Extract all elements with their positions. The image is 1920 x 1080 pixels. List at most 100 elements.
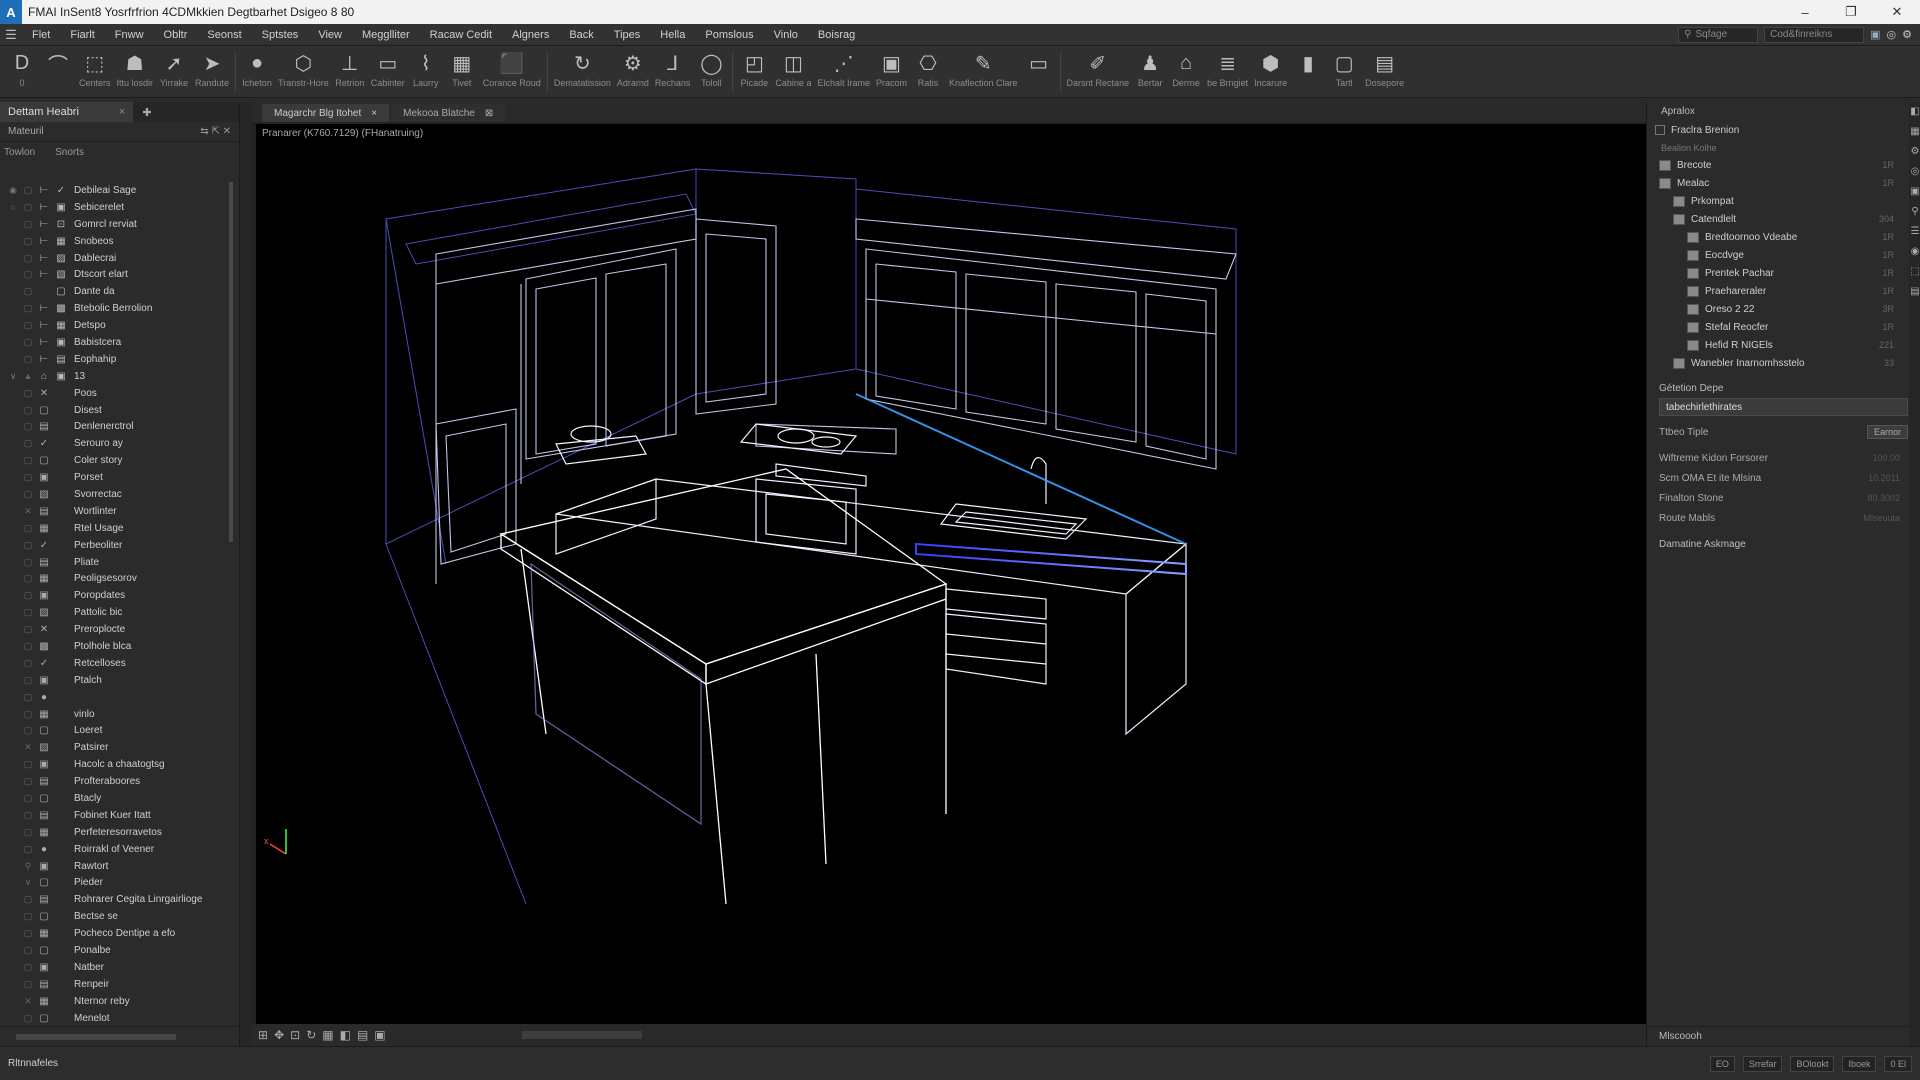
properties-list-item[interactable]: Brecote 1R xyxy=(1647,156,1920,174)
tree-row[interactable]: ▢ ▦ Perfeteresorravetos xyxy=(0,824,230,841)
toolbar-button-24[interactable]: ✐ Darsnt Rectane xyxy=(1064,46,1133,89)
tree-row[interactable]: ▢ ▢ Ponalbe xyxy=(0,942,230,959)
lock-icon[interactable]: ▢ xyxy=(20,590,36,601)
lock-icon[interactable]: ✕ xyxy=(20,506,36,517)
tree-row[interactable]: ▢ ▤ Denlenerctrol xyxy=(0,418,230,435)
toolbar-button-20[interactable]: ▣ Pracom xyxy=(873,46,910,89)
lock-icon[interactable]: ▢ xyxy=(20,303,36,314)
toolbar-button-10[interactable]: ⌇ Laurry xyxy=(408,46,444,89)
side-tool-icon[interactable]: ☰ xyxy=(1909,226,1920,244)
lock-icon[interactable]: ▢ xyxy=(20,405,36,416)
tree-row[interactable]: ▢ ▦ Peoligsesorov xyxy=(0,570,230,587)
close-icon[interactable]: ⊠ xyxy=(485,108,493,119)
menu-item-12[interactable]: Hella xyxy=(650,29,695,41)
properties-list-item[interactable]: Prkompat xyxy=(1647,192,1920,210)
menu-item-6[interactable]: View xyxy=(308,29,352,41)
lock-icon[interactable]: ▢ xyxy=(20,675,36,686)
tree-row[interactable]: ▢ ▢ Disest xyxy=(0,402,230,419)
side-tool-icon[interactable]: ▣ xyxy=(1909,186,1920,204)
toolbar-button-31[interactable]: ▤ Dosepore xyxy=(1362,46,1407,89)
toolbar-button-9[interactable]: ▭ Cabinter xyxy=(368,46,408,89)
tree-row[interactable]: ▢ ▢ Loeret xyxy=(0,723,230,740)
tree-row[interactable]: ✕ ▤ Wortlinter xyxy=(0,503,230,520)
property-field[interactable]: Scm OMA Et ite Mlsina 10.2011 xyxy=(1647,468,1920,488)
tree-row[interactable]: ▢ ▤ Pliate xyxy=(0,554,230,571)
lock-icon[interactable]: ▢ xyxy=(20,489,36,500)
properties-list-item[interactable]: Eocdvge 1R xyxy=(1647,246,1920,264)
close-button[interactable]: ✕ xyxy=(1874,0,1920,24)
lock-icon[interactable]: ▢ xyxy=(20,658,36,669)
lock-icon[interactable]: ▢ xyxy=(20,894,36,905)
toolbar-button-22[interactable]: ✎ Knaflection Clare xyxy=(946,46,1021,89)
menu-item-9[interactable]: Algners xyxy=(502,29,559,41)
name-input[interactable]: tabechirlethirates xyxy=(1659,398,1908,416)
lock-icon[interactable]: ▢ xyxy=(20,269,36,280)
toolbar-button-13[interactable]: ↻ Dematatission xyxy=(551,46,614,89)
tree-row[interactable]: ▢ ▦ Pocheco Dentipe a efo xyxy=(0,925,230,942)
tree-row[interactable]: ▢ ⊢ ▣ Babistcera xyxy=(0,334,230,351)
tree-row[interactable]: ◉ ▢ ⊢ ✓ Debileai Sage xyxy=(0,182,230,199)
lock-icon[interactable]: ∨ xyxy=(20,877,36,888)
lock-icon[interactable]: ▢ xyxy=(20,962,36,973)
3d-viewport[interactable]: Pranarer (K760.7129) (FHanatruing) x xyxy=(256,124,1646,1024)
lock-icon[interactable]: ✕ xyxy=(20,996,36,1007)
properties-list-item[interactable]: Mealac 1R xyxy=(1647,174,1920,192)
tree-row[interactable]: ▢ ▦ Rtel Usage xyxy=(0,520,230,537)
toolbar-button-4[interactable]: ➚ Yirrake xyxy=(156,46,192,89)
lock-icon[interactable]: ▢ xyxy=(20,827,36,838)
tree-row[interactable]: ▢ ⊢ ▤ Eophahip xyxy=(0,351,230,368)
lock-icon[interactable]: ▢ xyxy=(20,607,36,618)
side-tool-icon[interactable]: ▦ xyxy=(1909,126,1920,144)
toolbar-button-16[interactable]: ◯ Tololl xyxy=(693,46,729,89)
tree-row[interactable]: ○ ▢ ⊢ ▣ Sebicerelet xyxy=(0,199,230,216)
lock-icon[interactable]: ▢ xyxy=(20,286,36,297)
side-tool-icon[interactable]: ⚲ xyxy=(1909,206,1920,224)
lock-icon[interactable]: ▢ xyxy=(20,945,36,956)
grid-icon[interactable]: ▤ xyxy=(357,1028,368,1042)
lock-icon[interactable]: ▢ xyxy=(20,438,36,449)
minimize-button[interactable]: – xyxy=(1782,0,1828,24)
close-icon[interactable]: × xyxy=(371,108,377,119)
panel-splitter[interactable] xyxy=(240,102,252,1046)
toolbar-button-18[interactable]: ◫ Cabine a xyxy=(772,46,814,89)
tree-row[interactable]: ▢ ▣ Natber xyxy=(0,959,230,976)
status-field[interactable]: EO xyxy=(1709,1055,1735,1072)
toolbar-button-0[interactable]: D0 xyxy=(4,46,40,89)
properties-list-item[interactable]: Catendlelt 304 xyxy=(1647,210,1920,228)
lock-icon[interactable]: ▢ xyxy=(20,185,36,196)
tree-row[interactable]: ▢ ● Roirrakl of Veener xyxy=(0,841,230,858)
lock-icon[interactable]: ▢ xyxy=(20,1013,36,1024)
toolbar-button-2[interactable]: ⬚ Centers xyxy=(76,46,114,89)
orbit-icon[interactable]: ↻ xyxy=(306,1028,316,1042)
status-field[interactable]: Iboek xyxy=(1842,1055,1877,1072)
tree-row[interactable]: ▢ ▢ Btacly xyxy=(0,790,230,807)
tree-row[interactable]: ▢ ▤ Profteraboores xyxy=(0,773,230,790)
lock-icon[interactable]: ▢ xyxy=(20,692,36,703)
menu-item-15[interactable]: Boisrag xyxy=(808,29,865,41)
toolbar-button-6[interactable]: ● Icheton xyxy=(239,46,275,89)
view-cube-icon[interactable]: ⊞ xyxy=(258,1028,268,1042)
tree-row[interactable]: ▢ ▧ Svorrectac xyxy=(0,486,230,503)
toolbar-button-23[interactable]: ▭ xyxy=(1021,46,1057,78)
checkbox-icon[interactable] xyxy=(1655,125,1665,135)
zoom-icon[interactable]: ⊡ xyxy=(290,1028,300,1042)
pan-icon[interactable]: ✥ xyxy=(274,1028,284,1042)
display-mode-icon[interactable]: ▦ xyxy=(322,1028,333,1042)
search-input[interactable]: ⚲ Sqfage xyxy=(1678,26,1759,43)
menu-item-14[interactable]: Vinlo xyxy=(764,29,808,41)
menu-item-4[interactable]: Seonst xyxy=(197,29,251,41)
menu-item-3[interactable]: Obltr xyxy=(154,29,198,41)
menu-item-8[interactable]: Racaw Cedit xyxy=(420,29,502,41)
status-field[interactable]: BOlookt xyxy=(1790,1055,1835,1072)
side-tool-icon[interactable]: ◉ xyxy=(1909,246,1920,264)
toolbar-button-3[interactable]: ☗ Ittu losdir xyxy=(114,46,157,89)
side-tool-icon[interactable]: ⚙ xyxy=(1909,146,1920,164)
lock-icon[interactable]: ▢ xyxy=(20,759,36,770)
visibility-icon[interactable]: ◉ xyxy=(6,185,20,196)
viewport-scrollbar[interactable] xyxy=(521,1031,642,1039)
tree-row[interactable]: ▢ ▤ Rohrarer Cegita Linrgairlioge xyxy=(0,891,230,908)
lock-icon[interactable]: ▢ xyxy=(20,219,36,230)
maximize-button[interactable]: ❐ xyxy=(1828,0,1874,24)
tree-row[interactable]: ✕ ▧ Patsirer xyxy=(0,739,230,756)
visibility-icon[interactable]: ∨ xyxy=(6,371,20,382)
